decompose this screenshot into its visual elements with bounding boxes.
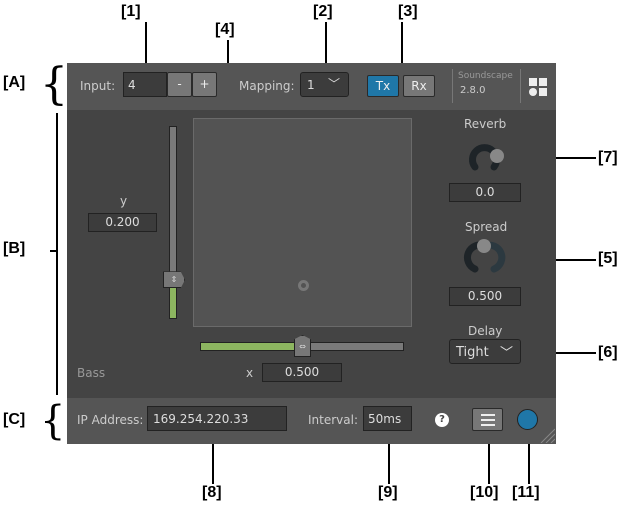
reverb-value-field[interactable]: 0.0 bbox=[449, 183, 521, 202]
rx-toggle-button[interactable]: Rx bbox=[403, 75, 435, 97]
ip-address-field[interactable]: 169.254.220.33 bbox=[147, 406, 287, 431]
spread-label: Spread bbox=[465, 220, 508, 234]
annotation-10: [10] bbox=[470, 484, 499, 501]
hamburger-icon bbox=[480, 414, 495, 426]
chevron-down-icon: ﹀ bbox=[327, 77, 340, 91]
x-slider-thumb[interactable]: ⇔ bbox=[294, 335, 311, 357]
annotation-C: [C] bbox=[3, 411, 26, 428]
help-icon[interactable]: ? bbox=[435, 413, 449, 427]
overview-menu-button[interactable] bbox=[472, 408, 503, 431]
x-slider-fill bbox=[201, 343, 302, 350]
input-number-field[interactable]: 4 bbox=[123, 72, 167, 97]
divider bbox=[520, 69, 521, 103]
annotation-5: [5] bbox=[598, 250, 618, 267]
soundscape-panel: Input: 4 - + Mapping: 1 ﹀ Tx Rx Soundsca… bbox=[67, 63, 556, 444]
reverb-knob[interactable] bbox=[463, 136, 507, 180]
annotation-9: [9] bbox=[378, 484, 398, 501]
interval-label: Interval: bbox=[308, 413, 358, 427]
y-value-field[interactable]: 0.200 bbox=[88, 213, 157, 232]
interval-field[interactable]: 50ms bbox=[363, 406, 412, 431]
mapping-label: Mapping: bbox=[239, 79, 295, 93]
delay-mode-value: Tight bbox=[456, 345, 489, 360]
header-bar: Input: 4 - + Mapping: 1 ﹀ Tx Rx Soundsca… bbox=[67, 63, 556, 110]
ip-address-label: IP Address: bbox=[77, 413, 144, 427]
spread-value-field[interactable]: 0.500 bbox=[449, 287, 521, 306]
input-label: Input: bbox=[80, 79, 116, 93]
grid-menu-icon[interactable] bbox=[529, 78, 547, 96]
xy-position-pad[interactable] bbox=[193, 118, 412, 327]
divider bbox=[452, 69, 453, 103]
annotation-4: [4] bbox=[215, 21, 235, 38]
spread-knob[interactable] bbox=[463, 238, 507, 282]
input-increment-button[interactable]: + bbox=[192, 72, 217, 97]
tx-toggle-button[interactable]: Tx bbox=[367, 75, 399, 97]
input-decrement-button[interactable]: - bbox=[167, 72, 192, 97]
y-slider-track[interactable] bbox=[169, 126, 177, 319]
annotation-8: [8] bbox=[202, 484, 222, 501]
annotation-2: [2] bbox=[313, 3, 333, 20]
mapping-dropdown[interactable]: 1 ﹀ bbox=[300, 72, 349, 97]
y-slider-thumb[interactable]: ⇕ bbox=[163, 271, 185, 289]
annotation-1: [1] bbox=[121, 3, 141, 20]
reverb-label: Reverb bbox=[464, 117, 507, 131]
annotation-B: [B] bbox=[3, 240, 26, 257]
annotation-7: [7] bbox=[598, 149, 618, 166]
source-position-marker[interactable] bbox=[297, 280, 309, 292]
annotation-6: [6] bbox=[598, 344, 618, 361]
resize-grip-icon[interactable] bbox=[539, 427, 555, 443]
delay-mode-dropdown[interactable]: Tight ﹀ bbox=[449, 339, 521, 364]
online-status-indicator[interactable] bbox=[517, 409, 538, 430]
brace-A: { bbox=[40, 59, 68, 110]
x-value-field[interactable]: 0.500 bbox=[262, 363, 342, 382]
annotation-A: [A] bbox=[3, 74, 26, 91]
y-label: y bbox=[120, 194, 128, 208]
footer-bar: IP Address: 169.254.220.33 Interval: 50m… bbox=[67, 398, 556, 444]
annotation-3: [3] bbox=[398, 3, 418, 20]
brace-C: { bbox=[40, 398, 66, 444]
interval-value: 50 bbox=[368, 412, 384, 426]
version-label: 2.8.0 bbox=[460, 85, 486, 96]
channel-name-label: Bass bbox=[77, 366, 106, 380]
brace-B bbox=[56, 113, 58, 395]
delay-label: Delay bbox=[468, 324, 503, 338]
app-name: Soundscape bbox=[458, 71, 513, 81]
mapping-value: 1 bbox=[307, 78, 315, 92]
annotation-11: [11] bbox=[512, 484, 540, 501]
chevron-down-icon: ﹀ bbox=[499, 346, 513, 361]
x-label: x bbox=[246, 366, 254, 380]
brace-B-tip bbox=[50, 250, 56, 252]
interval-unit: ms bbox=[383, 412, 402, 426]
